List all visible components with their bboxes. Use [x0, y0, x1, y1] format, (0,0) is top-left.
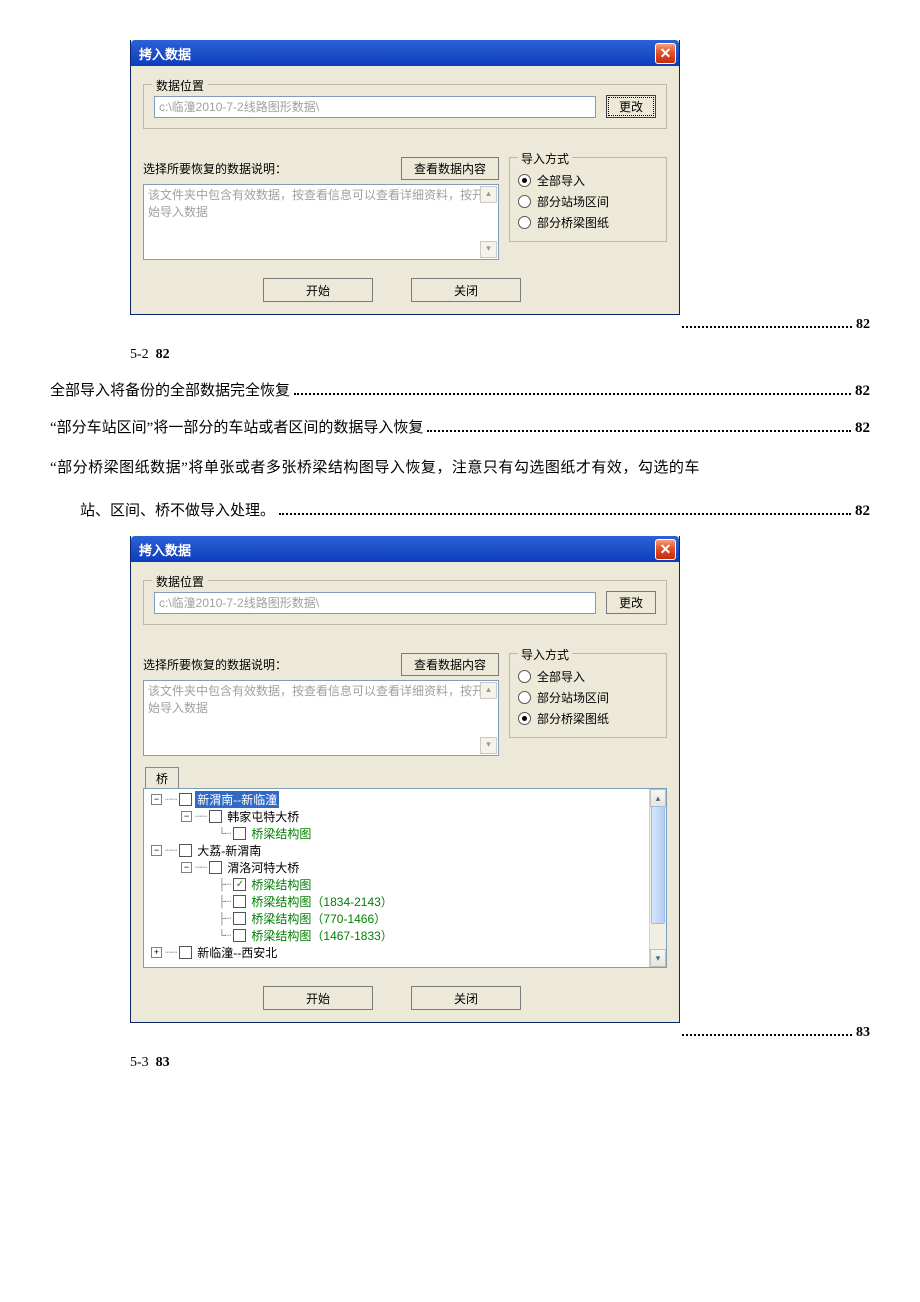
tree-node-drawing[interactable]: └┈ 桥梁结构图: [148, 825, 666, 842]
description-textarea[interactable]: 该文件夹中包含有效数据，按查看信息可以查看详细资料，按开始导入数据 ▴ ▾: [143, 184, 499, 260]
import-mode-group: 导入方式 全部导入 部分站场区间 部分桥梁图纸: [509, 157, 667, 242]
figure-caption-1: 5-2 82: [130, 347, 870, 363]
figure-page-ref: 82: [856, 317, 870, 333]
location-legend: 数据位置: [152, 77, 208, 94]
start-button[interactable]: 开始: [263, 278, 373, 302]
path-input[interactable]: c:\临潼2010-7-2线路图形数据\: [154, 592, 596, 614]
close-button[interactable]: 关闭: [411, 278, 521, 302]
import-mode-group: 导入方式 全部导入 部分站场区间 部分桥梁图纸: [509, 653, 667, 738]
tree-node-bridge-2[interactable]: −┈┈ 渭洛河特大桥: [148, 859, 666, 876]
tree-scrollbar[interactable]: ▴ ▾: [649, 789, 666, 967]
scroll-up-icon: ▴: [650, 789, 666, 807]
tree-node-drawing[interactable]: └┈ 桥梁结构图（1467-1833）: [148, 927, 666, 944]
path-input[interactable]: c:\临潼2010-7-2线路图形数据\: [154, 96, 596, 118]
close-button[interactable]: 关闭: [411, 986, 521, 1010]
tree-node-section-2[interactable]: −┈┈ 大荔-新渭南: [148, 842, 666, 859]
radio-station[interactable]: 部分站场区间: [518, 689, 658, 706]
bridge-tree[interactable]: −┈┈ 新渭南--新临潼 −┈┈ 韩家屯特大桥 └┈ 桥梁结构图: [143, 788, 667, 968]
location-group: 数据位置 c:\临潼2010-7-2线路图形数据\ 更改: [143, 84, 667, 129]
scroll-down-icon: ▾: [650, 949, 666, 967]
location-legend: 数据位置: [152, 573, 208, 590]
change-button[interactable]: 更改: [606, 95, 656, 118]
description-textarea[interactable]: 该文件夹中包含有效数据，按查看信息可以查看详细资料，按开始导入数据 ▴ ▾: [143, 680, 499, 756]
scroll-thumb: [651, 806, 665, 924]
restore-label: 选择所要恢复的数据说明：: [143, 160, 287, 177]
close-icon[interactable]: ✕: [655, 539, 676, 560]
tree-node-section-3[interactable]: +┈┈ 新临潼--西安北: [148, 944, 666, 961]
radio-all[interactable]: 全部导入: [518, 668, 658, 685]
tab-bridge[interactable]: 桥: [145, 767, 179, 789]
radio-station[interactable]: 部分站场区间: [518, 193, 658, 210]
tree-node-drawing-checked[interactable]: ├┈ ✓ 桥梁结构图: [148, 876, 666, 893]
title-text: 拷入数据: [139, 44, 191, 63]
restore-label: 选择所要恢复的数据说明：: [143, 656, 287, 673]
view-data-button[interactable]: 查看数据内容: [401, 653, 499, 676]
tree-node-section-1[interactable]: −┈┈ 新渭南--新临潼: [148, 791, 666, 808]
radio-bridge[interactable]: 部分桥梁图纸: [518, 214, 658, 231]
figure-page-ref: 83: [856, 1025, 870, 1041]
scroll-up-icon[interactable]: ▴: [480, 186, 497, 203]
import-dialog-2: 拷入数据 ✕ 数据位置 c:\临潼2010-7-2线路图形数据\ 更改 选择所要…: [130, 536, 680, 1023]
scroll-down-icon[interactable]: ▾: [480, 241, 497, 258]
toc-line-1: 全部导入将备份的全部数据完全恢复 82: [50, 379, 870, 400]
titlebar[interactable]: 拷入数据 ✕: [131, 536, 679, 562]
import-legend: 导入方式: [518, 150, 572, 167]
tree-node-drawing[interactable]: ├┈ 桥梁结构图（1834-2143）: [148, 893, 666, 910]
tree-node-bridge-1[interactable]: −┈┈ 韩家屯特大桥: [148, 808, 666, 825]
toc-line-2: “部分车站区间”将一部分的车站或者区间的数据导入恢复 82: [50, 416, 870, 437]
title-text: 拷入数据: [139, 540, 191, 559]
import-dialog-1: 拷入数据 ✕ 数据位置 c:\临潼2010-7-2线路图形数据\ 更改 选择所要…: [130, 40, 680, 315]
radio-bridge[interactable]: 部分桥梁图纸: [518, 710, 658, 727]
location-group: 数据位置 c:\临潼2010-7-2线路图形数据\ 更改: [143, 580, 667, 625]
radio-all[interactable]: 全部导入: [518, 172, 658, 189]
import-legend: 导入方式: [518, 646, 572, 663]
scroll-up-icon[interactable]: ▴: [480, 682, 497, 699]
toc-line-3b: 站、区间、桥不做导入处理。 82: [50, 499, 870, 520]
view-data-button[interactable]: 查看数据内容: [401, 157, 499, 180]
titlebar[interactable]: 拷入数据 ✕: [131, 40, 679, 66]
change-button[interactable]: 更改: [606, 591, 656, 614]
start-button[interactable]: 开始: [263, 986, 373, 1010]
figure-caption-2: 5-3 83: [130, 1055, 870, 1071]
close-icon[interactable]: ✕: [655, 43, 676, 64]
tree-node-drawing[interactable]: ├┈ 桥梁结构图（770-1466）: [148, 910, 666, 927]
paragraph-3a: “部分桥梁图纸数据”将单张或者多张桥梁结构图导入恢复，注意只有勾选图纸才有效，勾…: [50, 453, 870, 483]
scroll-down-icon[interactable]: ▾: [480, 737, 497, 754]
